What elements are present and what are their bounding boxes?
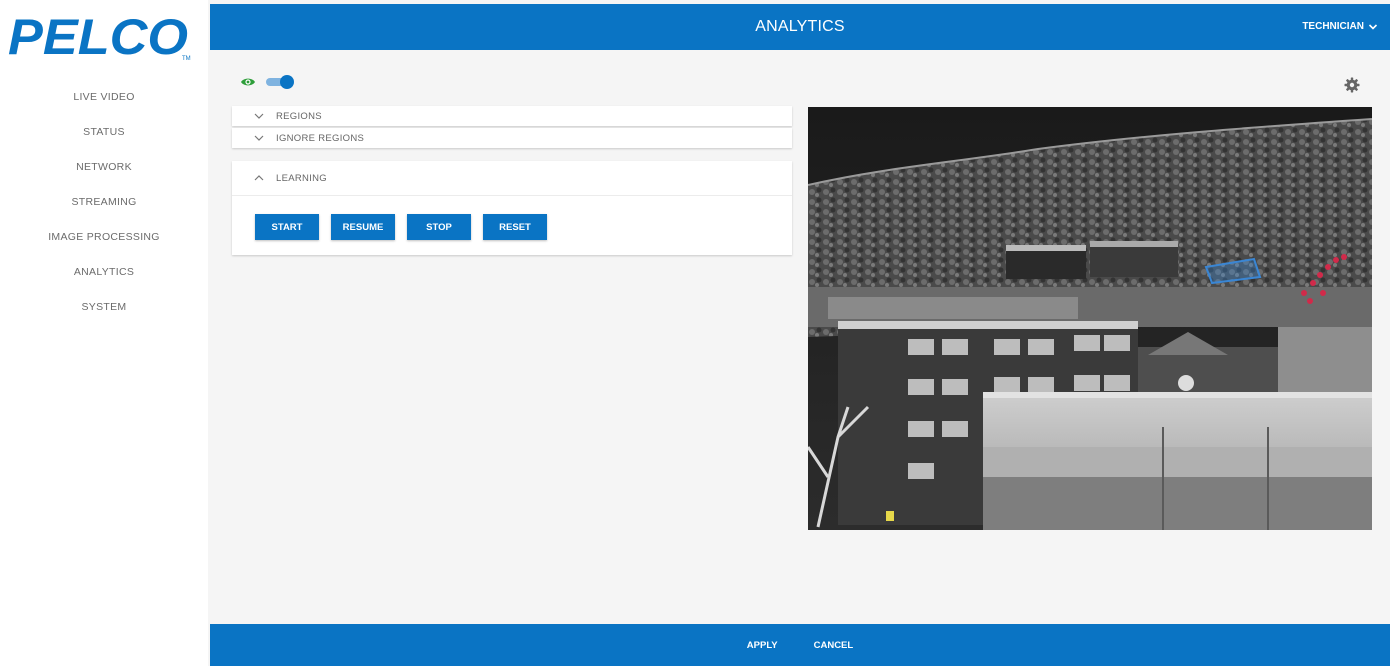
ignore-regions-label: IGNORE REGIONS	[276, 132, 365, 144]
sidebar-nav: LIVE VIDEO STATUS NETWORK STREAMING IMAG…	[0, 86, 208, 331]
resume-button[interactable]: RESUME	[331, 214, 395, 240]
gear-icon[interactable]	[1344, 77, 1360, 93]
learning-actions: START RESUME STOP RESET	[232, 196, 792, 240]
learning-panel: LEARNING START RESUME STOP RESET	[232, 161, 792, 255]
learning-header[interactable]: LEARNING	[232, 161, 792, 196]
footer-actions: APPLY CANCEL	[210, 624, 1390, 666]
pelco-logo: PELCO TM	[6, 9, 198, 67]
chevron-down-icon	[254, 135, 264, 141]
app-header: ANALYTICS TECHNICIAN	[210, 4, 1390, 50]
sidebar-item-analytics[interactable]: ANALYTICS	[0, 261, 208, 296]
learning-label: LEARNING	[276, 172, 327, 184]
regions-header[interactable]: REGIONS	[232, 106, 792, 126]
stop-button[interactable]: STOP	[407, 214, 471, 240]
sidebar-item-system[interactable]: SYSTEM	[0, 296, 208, 331]
action-footer: APPLY CANCEL	[210, 624, 1390, 666]
ignore-regions-header[interactable]: IGNORE REGIONS	[232, 128, 792, 148]
overlay-toggle[interactable]	[266, 75, 294, 89]
thermal-video-frame	[808, 107, 1372, 530]
cancel-button[interactable]: CANCEL	[796, 624, 872, 666]
sidebar-item-image-processing[interactable]: IMAGE PROCESSING	[0, 226, 208, 261]
chevron-down-icon	[1368, 24, 1378, 30]
overlay-visibility	[240, 75, 294, 89]
regions-panel: REGIONS	[232, 106, 792, 126]
apply-button[interactable]: APPLY	[729, 624, 796, 666]
sidebar: PELCO TM LIVE VIDEO STATUS NETWORK STREA…	[0, 0, 208, 666]
eye-icon[interactable]	[240, 76, 256, 88]
ignore-regions-panel: IGNORE REGIONS	[232, 128, 792, 148]
reset-button[interactable]: RESET	[483, 214, 547, 240]
regions-label: REGIONS	[276, 110, 322, 122]
sidebar-item-streaming[interactable]: STREAMING	[0, 191, 208, 226]
page-title: ANALYTICS	[755, 18, 845, 35]
user-menu[interactable]: TECHNICIAN	[1302, 4, 1378, 50]
start-button[interactable]: START	[255, 214, 319, 240]
chevron-up-icon	[254, 175, 264, 181]
svg-text:TM: TM	[182, 56, 191, 62]
sidebar-item-status[interactable]: STATUS	[0, 121, 208, 156]
chevron-down-icon	[254, 113, 264, 119]
svg-text:PELCO: PELCO	[8, 10, 188, 62]
video-preview[interactable]	[808, 107, 1372, 530]
toggle-knob	[280, 75, 294, 89]
sidebar-item-live-video[interactable]: LIVE VIDEO	[0, 86, 208, 121]
sidebar-item-network[interactable]: NETWORK	[0, 156, 208, 191]
user-name: TECHNICIAN	[1302, 21, 1364, 32]
